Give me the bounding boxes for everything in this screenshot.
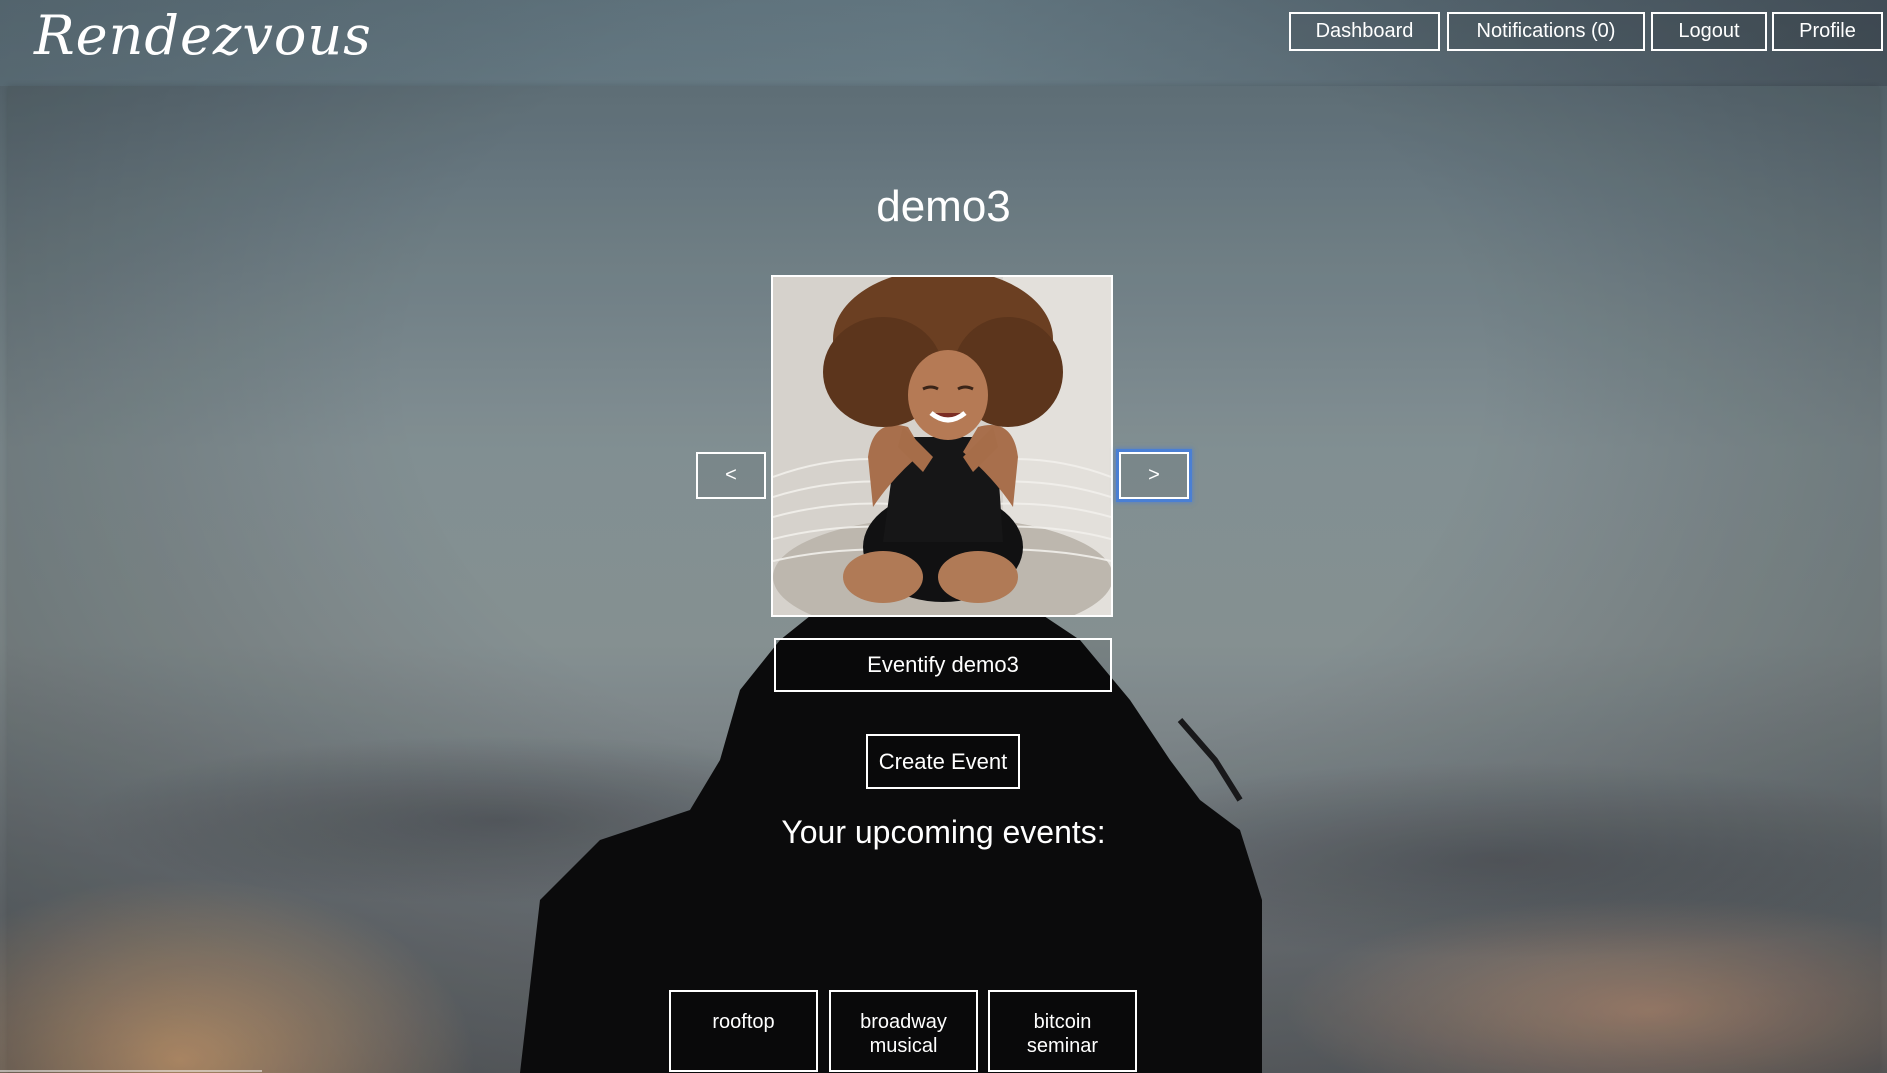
profile-photo-image (773, 277, 1111, 615)
chevron-left-icon: < (725, 464, 737, 486)
event-card-broadway-musical[interactable]: broadway musical (829, 990, 978, 1072)
create-event-button[interactable]: Create Event (866, 734, 1020, 789)
dashboard-button[interactable]: Dashboard (1289, 12, 1440, 51)
chevron-right-icon: > (1148, 464, 1160, 486)
eventify-button[interactable]: Eventify demo3 (774, 638, 1112, 692)
event-card-bitcoin-seminar[interactable]: bitcoin seminar (988, 990, 1137, 1072)
notifications-button[interactable]: Notifications (0) (1447, 12, 1645, 51)
upcoming-events-heading: Your upcoming events: (781, 814, 1106, 850)
profile-button[interactable]: Profile (1772, 12, 1883, 51)
previous-photo-button[interactable]: < (696, 452, 766, 499)
profile-username: demo3 (876, 182, 1011, 231)
event-card-rooftop[interactable]: rooftop (669, 990, 818, 1072)
app-logo[interactable]: Rendezvous (34, 4, 372, 67)
next-photo-button[interactable]: > (1119, 452, 1189, 499)
profile-photo (771, 275, 1113, 617)
logout-button[interactable]: Logout (1651, 12, 1767, 51)
divider (0, 1070, 262, 1072)
